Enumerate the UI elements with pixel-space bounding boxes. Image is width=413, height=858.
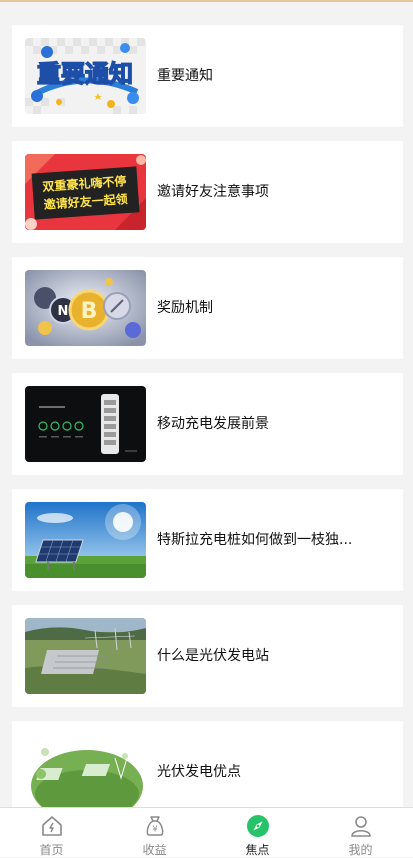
tab-focus[interactable]: 焦点 [206, 808, 309, 857]
article-card-notice[interactable]: 重要通知 重要通知 [12, 25, 403, 127]
article-card-pv-advantages[interactable]: 光伏发电优点 [12, 721, 403, 807]
tab-profile[interactable]: 我的 [309, 808, 412, 857]
tab-label: 我的 [348, 843, 373, 857]
article-title: 光伏发电优点 [157, 764, 241, 780]
charger-thumbnail [25, 386, 146, 462]
home-icon [40, 814, 64, 838]
compass-icon [246, 814, 270, 838]
article-title: 移动充电发展前景 [157, 416, 269, 432]
tab-earnings[interactable]: ¥ 收益 [103, 808, 206, 857]
solar-farm-thumbnail [25, 734, 146, 807]
article-list[interactable]: 重要通知 重要通知 双重豪礼嗨不停 邀请好友一起领 邀请好友注意事项 N B 奖… [0, 0, 413, 807]
power-station-thumbnail [25, 618, 146, 694]
svg-text:¥: ¥ [152, 825, 157, 834]
reward-coins-thumbnail: N B [25, 270, 146, 346]
article-title: 特斯拉充电桩如何做到一枝独... [157, 532, 353, 548]
article-card-tesla[interactable]: 特斯拉充电桩如何做到一枝独... [12, 489, 403, 591]
svg-text:N: N [58, 304, 69, 319]
notice-thumbnail: 重要通知 [25, 38, 146, 114]
bottom-tab-bar: 首页 ¥ 收益 焦点 我的 [0, 807, 413, 857]
article-card-pv-station[interactable]: 什么是光伏发电站 [12, 605, 403, 707]
notice-thumbnail-text: 重要通知 [37, 60, 133, 88]
tab-label: 焦点 [245, 843, 270, 857]
article-title: 邀请好友注意事项 [157, 184, 269, 200]
user-icon [349, 814, 373, 838]
article-title: 什么是光伏发电站 [157, 648, 269, 664]
article-title: 奖励机制 [157, 300, 213, 316]
article-card-reward[interactable]: N B 奖励机制 [12, 257, 403, 359]
tab-label: 首页 [39, 843, 64, 857]
svg-text:B: B [81, 299, 98, 324]
article-card-charging[interactable]: 移动充电发展前景 [12, 373, 403, 475]
tab-home[interactable]: 首页 [0, 808, 103, 857]
solar-panel-thumbnail [25, 502, 146, 578]
article-title: 重要通知 [157, 68, 213, 84]
money-bag-icon: ¥ [143, 814, 167, 838]
article-card-invite[interactable]: 双重豪礼嗨不停 邀请好友一起领 邀请好友注意事项 [12, 141, 403, 243]
tab-label: 收益 [142, 843, 167, 857]
invite-thumbnail: 双重豪礼嗨不停 邀请好友一起领 [25, 154, 146, 230]
